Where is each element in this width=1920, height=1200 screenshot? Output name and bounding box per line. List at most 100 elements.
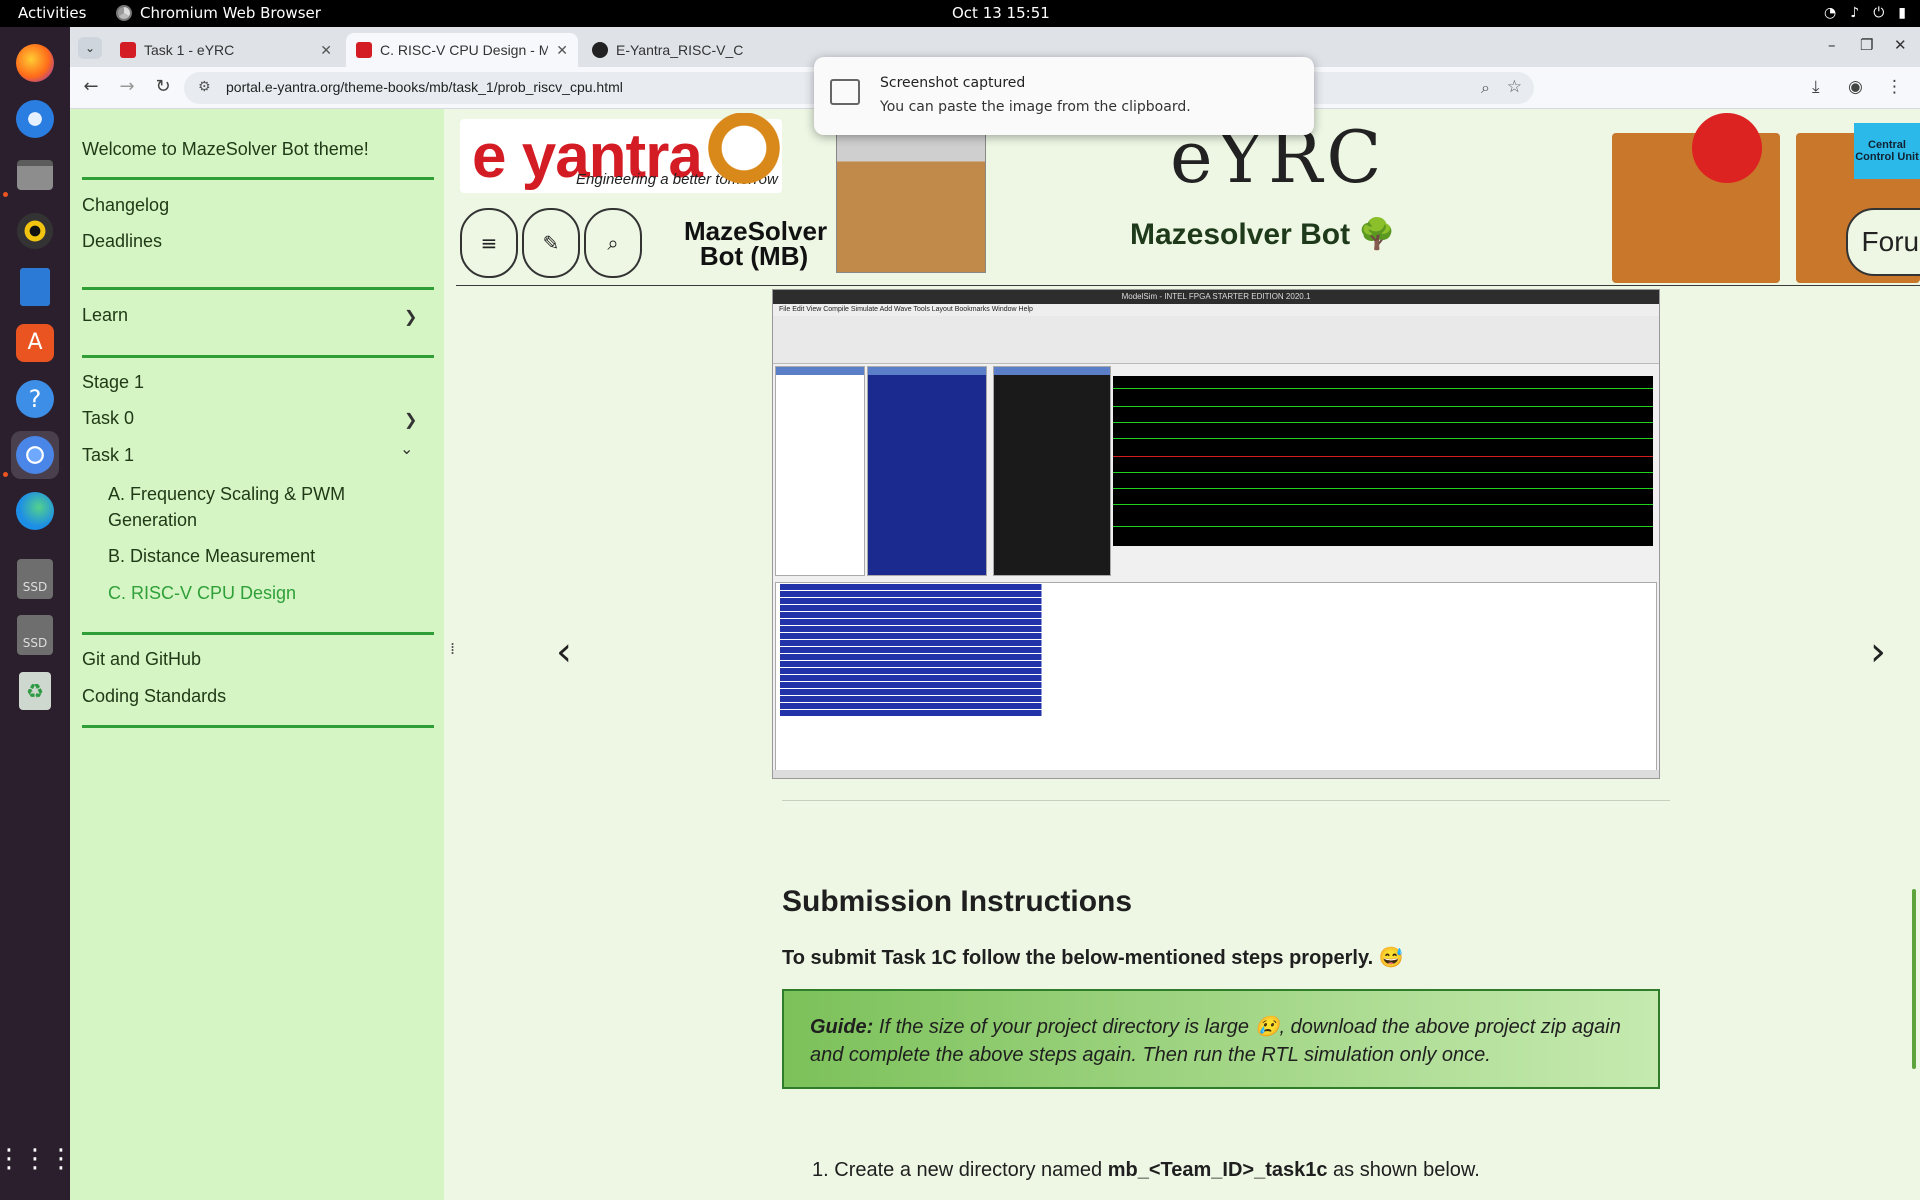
step-text-prefix: Create a new directory named bbox=[834, 1159, 1108, 1181]
sidebar-item-learn[interactable]: Learn bbox=[82, 305, 128, 326]
sidebar: Welcome to MazeSolver Bot theme! Changel… bbox=[70, 109, 444, 1200]
sidebar-subitem-frequency-scaling[interactable]: A. Frequency Scaling & PWM Generation bbox=[108, 481, 408, 533]
section-divider bbox=[782, 800, 1670, 801]
divider bbox=[82, 177, 434, 180]
header-divider bbox=[456, 285, 1920, 286]
divider bbox=[82, 355, 434, 358]
browser-window: ⌄ Task 1 - eYRC ✕ C. RISC-V CPU Design -… bbox=[70, 27, 1920, 1200]
sidebar-item-deadlines[interactable]: Deadlines bbox=[82, 231, 162, 252]
thunderbird-icon[interactable] bbox=[11, 95, 59, 143]
menu-toggle-button[interactable]: ≡ bbox=[460, 208, 518, 278]
trash-icon[interactable]: ♻ bbox=[11, 667, 59, 715]
profile-icon[interactable]: ◉ bbox=[1848, 77, 1863, 97]
thermometer-icon bbox=[1692, 113, 1762, 183]
minimize-icon[interactable]: – bbox=[1828, 36, 1836, 54]
sim-titlebar: ModelSim - INTEL FPGA STARTER EDITION 20… bbox=[773, 290, 1659, 304]
sidebar-item-changelog[interactable]: Changelog bbox=[82, 195, 169, 216]
sim-signal-names-pane bbox=[993, 366, 1111, 576]
sidebar-item-task1[interactable]: Task 1 bbox=[82, 445, 134, 466]
search-button[interactable]: ⌕ bbox=[584, 208, 642, 278]
forward-icon[interactable]: → bbox=[114, 76, 140, 97]
clock[interactable]: Oct 13 15:51 bbox=[952, 4, 1050, 22]
edge-icon[interactable] bbox=[11, 487, 59, 535]
app-menu[interactable]: Chromium Web Browser bbox=[116, 4, 321, 22]
ssd-icon[interactable]: SSD bbox=[11, 555, 59, 603]
back-icon[interactable]: ← bbox=[78, 76, 104, 97]
activities-button[interactable]: Activities bbox=[18, 4, 86, 22]
divider bbox=[82, 632, 434, 635]
sim-statusbar bbox=[773, 770, 1659, 778]
carousel-prev-icon[interactable]: ‹ bbox=[556, 629, 572, 675]
help-icon[interactable]: ? bbox=[11, 375, 59, 423]
menu-kebab-icon[interactable]: ⋮ bbox=[1886, 77, 1903, 97]
app-name: Chromium Web Browser bbox=[140, 4, 321, 22]
sidebar-subitem-riscv-cpu-design[interactable]: C. RISC-V CPU Design bbox=[108, 580, 296, 606]
step-number: 1. bbox=[812, 1159, 829, 1181]
tab-task1-eyrc[interactable]: Task 1 - eYRC ✕ bbox=[110, 33, 342, 67]
sidebar-item-stage1[interactable]: Stage 1 bbox=[82, 372, 144, 393]
search-icon: ⌕ bbox=[607, 231, 619, 255]
guide-body: If the size of your project directory is… bbox=[810, 1016, 1621, 1066]
carousel-next-icon[interactable]: › bbox=[1870, 629, 1886, 675]
sim-objects-pane bbox=[867, 366, 987, 576]
sidebar-welcome[interactable]: Welcome to MazeSolver Bot theme! bbox=[82, 139, 369, 160]
chromium-icon bbox=[116, 5, 132, 21]
gnome-top-bar: Activities Chromium Web Browser Oct 13 1… bbox=[0, 0, 1920, 27]
bookmark-star-icon[interactable]: ☆ bbox=[1507, 77, 1522, 97]
guide-text: Guide: If the size of your project direc… bbox=[810, 1013, 1650, 1069]
files-icon[interactable] bbox=[11, 151, 59, 199]
app-center-icon[interactable]: A bbox=[11, 319, 59, 367]
submission-lead: To submit Task 1C follow the below-menti… bbox=[782, 947, 1404, 969]
app-grid-icon[interactable]: ⋮⋮⋮ bbox=[0, 1135, 74, 1183]
sidebar-item-coding-standards[interactable]: Coding Standards bbox=[82, 686, 226, 707]
notification-title: Screenshot captured bbox=[880, 75, 1026, 91]
sidebar-subitem-distance-measurement[interactable]: B. Distance Measurement bbox=[108, 543, 315, 569]
mazesolver-bot-image bbox=[700, 113, 788, 213]
page-scrollbar[interactable] bbox=[1908, 109, 1920, 1200]
url-text: portal.e-yantra.org/theme-books/mb/task_… bbox=[226, 79, 623, 95]
download-icon[interactable]: ⤓ bbox=[1812, 77, 1820, 97]
step-text-suffix: as shown below. bbox=[1327, 1159, 1480, 1181]
chevron-right-icon[interactable]: ❯ bbox=[404, 307, 417, 327]
directory-name: mb_<Team_ID>_task1c bbox=[1107, 1159, 1328, 1181]
reload-icon[interactable]: ↻ bbox=[150, 76, 176, 97]
chromium-icon[interactable] bbox=[11, 431, 59, 479]
tab-search-button[interactable]: ⌄ bbox=[78, 37, 102, 59]
ssd-icon[interactable]: SSD bbox=[11, 611, 59, 659]
maximize-icon[interactable]: ❐ bbox=[1860, 36, 1873, 54]
screenshot-notification[interactable]: Screenshot captured You can paste the im… bbox=[814, 57, 1314, 135]
sim-menubar: File Edit View Compile Simulate Add Wave… bbox=[773, 304, 1659, 316]
sim-waveform bbox=[1113, 376, 1653, 546]
site-info-icon[interactable]: ⚙ bbox=[198, 79, 211, 95]
tab-riscv-cpu-design[interactable]: C. RISC-V CPU Design - M ✕ bbox=[346, 33, 578, 67]
chevron-right-icon[interactable]: ❯ bbox=[404, 410, 417, 430]
tab-title: C. RISC-V CPU Design - M bbox=[380, 42, 549, 58]
firefox-icon[interactable] bbox=[11, 39, 59, 87]
sidebar-resize-handle[interactable]: ⁞ bbox=[450, 639, 455, 658]
sim-transcript bbox=[775, 582, 1657, 772]
eyantra-favicon-icon bbox=[120, 42, 136, 58]
sidebar-item-task0[interactable]: Task 0 bbox=[82, 408, 134, 429]
running-indicator bbox=[3, 472, 8, 477]
paintbrush-icon: ✎ bbox=[542, 231, 560, 255]
sidebar-item-git-github[interactable]: Git and GitHub bbox=[82, 649, 201, 670]
tab-github-repo[interactable]: E-Yantra_RISC-V_C bbox=[582, 33, 814, 67]
system-tray[interactable]: ◔ ♪ ⏻ ▮ bbox=[1824, 5, 1906, 21]
close-window-icon[interactable]: ✕ bbox=[1894, 36, 1907, 54]
theme-button[interactable]: ✎ bbox=[522, 208, 580, 278]
writer-icon[interactable] bbox=[11, 263, 59, 311]
submission-heading: Submission Instructions bbox=[782, 885, 1133, 918]
site-title[interactable]: Mazesolver Bot 🌳 bbox=[1130, 217, 1396, 252]
tab-title: E-Yantra_RISC-V_C bbox=[616, 42, 744, 58]
close-icon[interactable]: ✕ bbox=[320, 42, 332, 59]
hamburger-icon: ≡ bbox=[480, 231, 498, 255]
sim-instance-pane bbox=[775, 366, 865, 576]
scrollbar-thumb[interactable] bbox=[1912, 889, 1916, 1069]
rhythmbox-icon[interactable] bbox=[11, 207, 59, 255]
chevron-down-icon[interactable]: ⌄ bbox=[400, 439, 413, 459]
guide-callout: Guide: If the size of your project direc… bbox=[782, 989, 1660, 1089]
wifi-icon: ◔ bbox=[1824, 5, 1837, 21]
close-icon[interactable]: ✕ bbox=[556, 42, 568, 59]
running-indicator bbox=[3, 192, 8, 197]
zoom-icon[interactable]: ⌕ bbox=[1481, 78, 1490, 98]
